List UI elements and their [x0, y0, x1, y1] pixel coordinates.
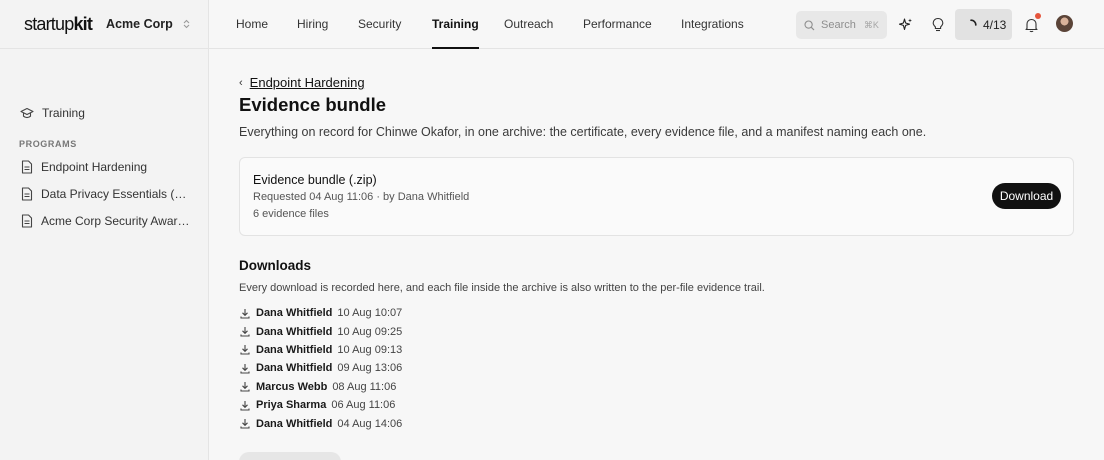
progress-indicator[interactable]: 4/13	[955, 9, 1012, 40]
tab-security[interactable]: Security	[358, 0, 401, 49]
sidebar-item-label: Endpoint Hardening	[41, 159, 148, 174]
startupkit-logo[interactable]: startupkit	[24, 14, 93, 35]
document-icon	[21, 186, 33, 201]
sidebar-item-label: Training	[42, 106, 85, 120]
sidebar-item-label: Acme Corp Security Awareness	[41, 213, 195, 228]
bundle-file-count: 6 evidence files	[253, 208, 329, 220]
breadcrumb[interactable]: ‹ Endpoint Hardening	[239, 75, 1074, 90]
download-icon	[240, 345, 250, 356]
tab-integrations[interactable]: Integrations	[681, 0, 744, 49]
tab-home[interactable]: Home	[236, 0, 268, 49]
sparkle-icon[interactable]	[896, 15, 916, 35]
sidebar: startupkit Acme Corp Training PROGRAMS E…	[0, 0, 209, 460]
download-user: Dana Whitfield	[256, 307, 333, 320]
search-placeholder: Search	[821, 19, 856, 31]
download-icon	[240, 382, 250, 392]
document-icon	[21, 159, 33, 174]
download-time: 10 Aug 10:07	[337, 307, 403, 320]
sidebar-item-label: Data Privacy Essentials (GDPR)	[41, 186, 195, 201]
download-row: Dana Whitfield 04 Aug 14:06	[239, 414, 1074, 432]
download-row: Priya Sharma 06 Aug 11:06	[239, 396, 1074, 414]
page-description: Everything on record for Chinwe Okafor, …	[239, 125, 927, 139]
bundle-requested: Requested 04 Aug 11:06 · by Dana Whitfie…	[253, 191, 470, 203]
progress-count: 4/13	[983, 17, 1007, 32]
download-icon	[240, 327, 250, 337]
tab-training[interactable]: Training	[432, 0, 479, 49]
downloads-description: Every download is recorded here, and eac…	[239, 282, 765, 294]
download-row: Marcus Webb 08 Aug 11:06	[239, 378, 1074, 396]
search-icon	[804, 19, 815, 30]
download-row: Dana Whitfield 09 Aug 13:06	[239, 359, 1074, 377]
download-time: 09 Aug 13:06	[337, 362, 403, 375]
avatar[interactable]	[1056, 15, 1073, 32]
download-user: Dana Whitfield	[256, 362, 333, 375]
download-time: 10 Aug 09:13	[337, 343, 403, 356]
chevron-up-down-icon[interactable]	[183, 19, 190, 29]
download-user: Dana Whitfield	[256, 325, 333, 338]
download-user: Dana Whitfield	[256, 417, 333, 430]
download-icon	[240, 419, 250, 429]
download-icon	[240, 400, 250, 411]
main-content: ‹ Endpoint Hardening Evidence bundle Eve…	[239, 50, 1074, 433]
downloads-title: Downloads	[239, 258, 312, 273]
download-icon	[240, 363, 250, 374]
download-user: Dana Whitfield	[256, 343, 333, 356]
sidebar-item-endpoint-hardening[interactable]: Endpoint Hardening	[0, 153, 208, 180]
download-button[interactable]: Download	[992, 183, 1061, 209]
tab-hiring[interactable]: Hiring	[297, 0, 328, 49]
org-switcher-label[interactable]: Acme Corp	[106, 17, 173, 31]
sidebar-item-security-awareness[interactable]: Acme Corp Security Awareness	[0, 207, 208, 234]
download-time: 10 Aug 09:25	[337, 325, 403, 338]
document-icon	[21, 213, 33, 228]
download-row: Dana Whitfield 10 Aug 09:25	[239, 322, 1074, 340]
breadcrumb-link[interactable]: Endpoint Hardening	[250, 75, 365, 90]
download-row: Dana Whitfield 10 Aug 10:07	[239, 304, 1074, 322]
search-shortcut: ⌘K	[863, 19, 879, 30]
download-time: 08 Aug 11:06	[332, 380, 397, 393]
bell-icon[interactable]	[1021, 13, 1041, 35]
notification-dot	[1035, 13, 1041, 19]
download-time: 04 Aug 14:06	[337, 417, 403, 430]
bundle-card: Evidence bundle (.zip) Requested 04 Aug …	[239, 157, 1074, 236]
top-nav: Home Hiring Security Training Outreach P…	[209, 0, 1104, 49]
bundle-title: Evidence bundle (.zip)	[253, 173, 377, 187]
download-time: 06 Aug 11:06	[331, 399, 396, 412]
graduation-cap-icon	[20, 107, 34, 118]
sidebar-item-data-privacy[interactable]: Data Privacy Essentials (GDPR)	[0, 180, 208, 207]
sidebar-item-training[interactable]: Training	[0, 99, 208, 127]
download-icon	[240, 308, 250, 319]
downloads-list: Dana Whitfield 10 Aug 10:07 Dana Whitfield…	[239, 304, 1074, 433]
load-more-button[interactable]	[239, 452, 341, 460]
tab-outreach[interactable]: Outreach	[504, 0, 553, 49]
brand-bar: startupkit Acme Corp	[0, 0, 208, 49]
sidebar-section-label: PROGRAMS	[19, 139, 77, 149]
page-title: Evidence bundle	[239, 94, 387, 115]
chevron-left-icon: ‹	[239, 76, 243, 89]
search-input[interactable]: Search ⌘K	[796, 11, 887, 39]
spinner-icon	[970, 18, 977, 26]
lightbulb-icon[interactable]	[928, 15, 948, 35]
download-user: Marcus Webb	[256, 380, 328, 393]
tab-performance[interactable]: Performance	[583, 0, 652, 49]
download-user: Priya Sharma	[256, 399, 327, 412]
download-row: Dana Whitfield 10 Aug 09:13	[239, 341, 1074, 359]
